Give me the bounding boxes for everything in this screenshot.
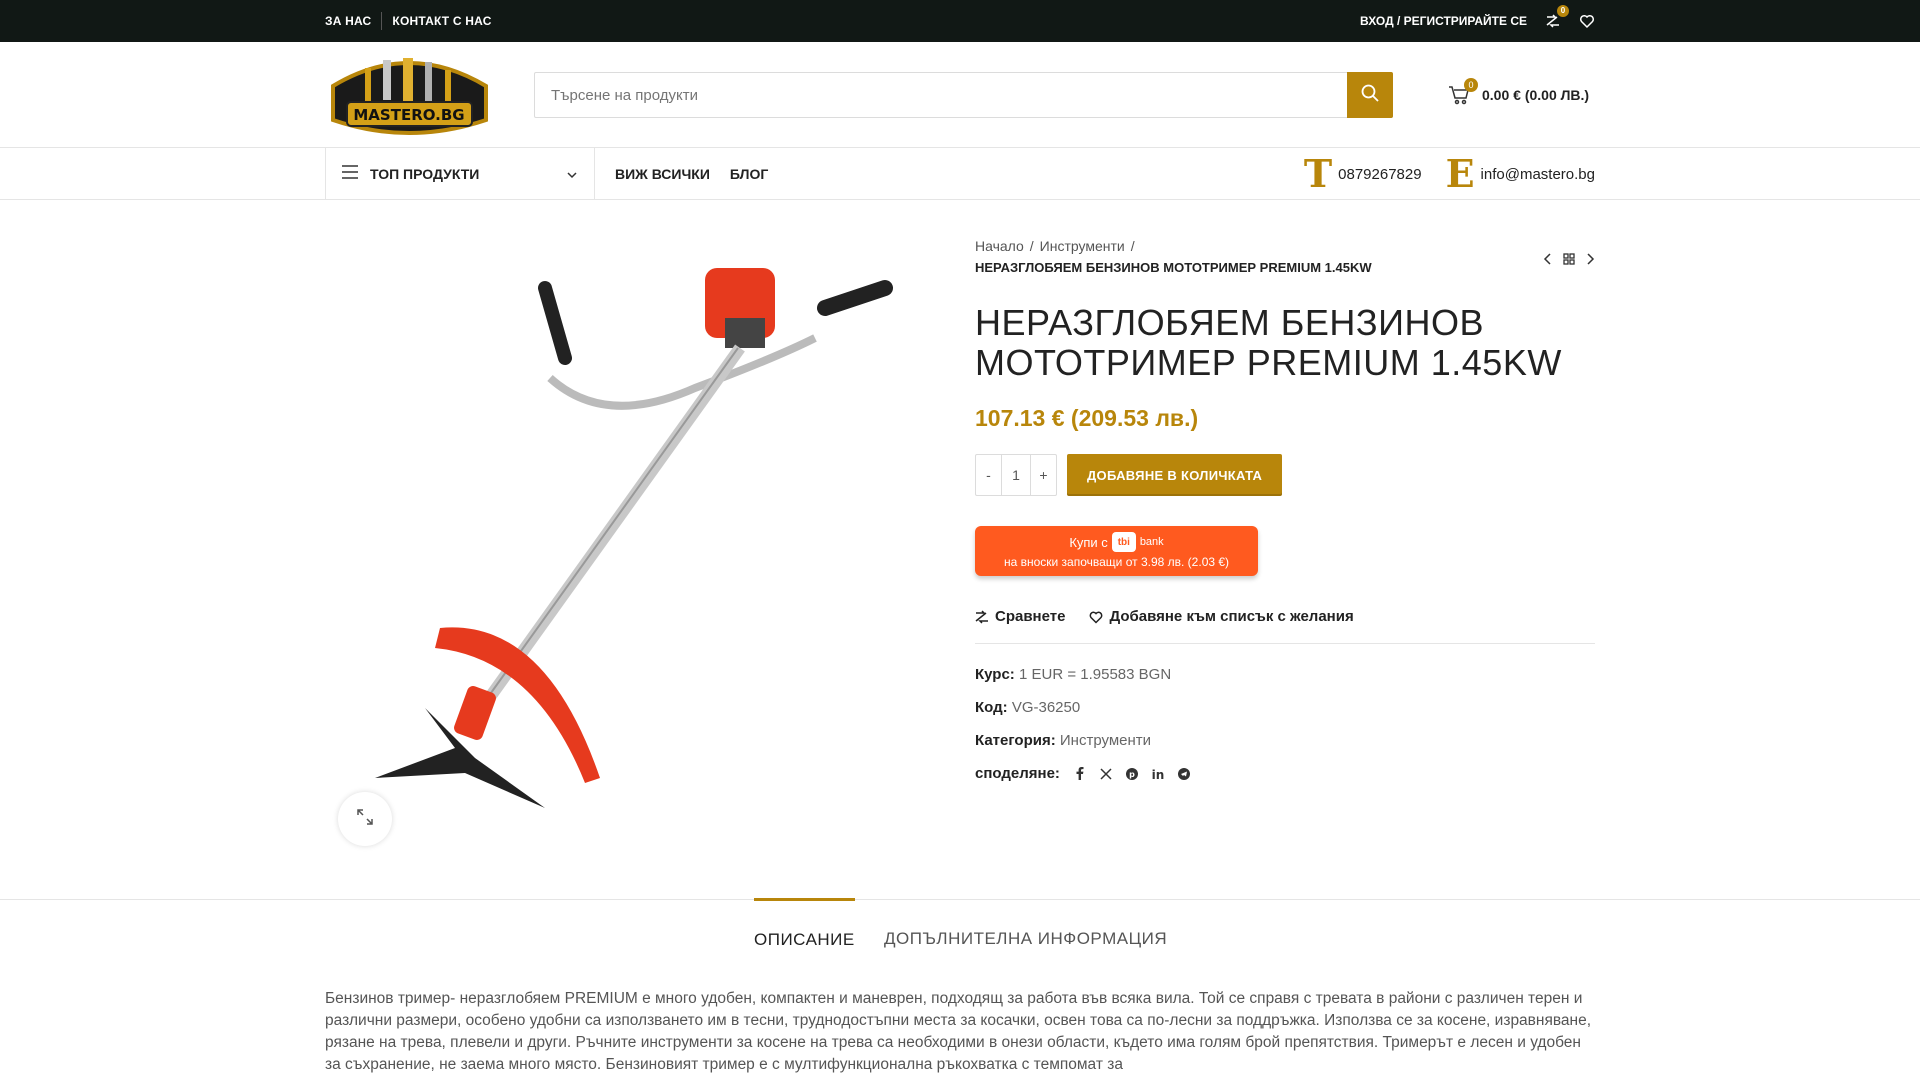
x-icon[interactable]: [1100, 767, 1112, 780]
search-input[interactable]: [535, 73, 1347, 117]
tab-description[interactable]: ОПИСАНИЕ: [754, 898, 855, 958]
category-link[interactable]: Инструменти: [1060, 732, 1151, 749]
compare-label: Сравнете: [995, 608, 1066, 625]
search-icon: [1361, 84, 1379, 107]
search-bar: [534, 72, 1393, 118]
facebook-icon[interactable]: [1074, 767, 1086, 780]
share-row: споделяне: p in: [975, 765, 1595, 782]
product-actions: Сравнете Добавяне към списък с желания: [975, 608, 1595, 644]
tbi-bank-label: bank: [1139, 536, 1164, 548]
prev-product-icon[interactable]: [1543, 252, 1553, 270]
svg-text:in: in: [1152, 768, 1164, 780]
email-address[interactable]: info@mastero.bg: [1481, 166, 1595, 183]
header: MASTERO.BG 0 0.00 € (0.00 ЛВ.): [0, 42, 1920, 148]
meta-category: Категория: Инструменти: [975, 732, 1152, 749]
quantity-stepper: - 1 +: [975, 454, 1057, 496]
linkedin-icon[interactable]: in: [1152, 768, 1164, 780]
compare-icon[interactable]: 0: [1545, 5, 1569, 29]
heart-icon: [1090, 611, 1103, 624]
wishlist-label: Добавяне към списък с желания: [1109, 608, 1354, 625]
meta-rate: Курс: 1 EUR = 1.95583 BGN: [975, 666, 1172, 683]
svg-text:MASTERO.BG: MASTERO.BG: [353, 106, 464, 124]
product-title: НЕРАЗГЛОБЯЕМ БЕНЗИНОВ МОТОТРИМЕР PREMIUM…: [975, 302, 1562, 383]
zoom-button[interactable]: [338, 792, 392, 846]
phone-number[interactable]: 0879267829: [1338, 166, 1421, 183]
menu-icon: [342, 164, 358, 184]
login-link[interactable]: ВХОД / РЕГИСТРИРАЙТЕ СЕ: [1360, 14, 1527, 28]
search-button[interactable]: [1347, 72, 1393, 118]
compare-icon: [975, 609, 988, 624]
next-product-icon[interactable]: [1585, 252, 1595, 270]
product-summary: Начало / Инструменти / НЕРАЗГЛОБЯЕМ БЕНЗИНО…: [975, 238, 1595, 782]
breadcrumb-home[interactable]: Начало: [975, 238, 1024, 254]
qty-minus-button[interactable]: -: [976, 455, 1001, 495]
chevron-down-icon: [566, 168, 578, 186]
about-link[interactable]: ЗА НАС: [325, 14, 381, 28]
phone-letter: T: [1303, 151, 1333, 196]
nav-blog[interactable]: БЛОГ: [730, 166, 768, 182]
pinterest-icon[interactable]: p: [1125, 767, 1138, 780]
tab-additional-info[interactable]: ДОПЪЛНИТЕЛНА ИНФОРМАЦИЯ: [884, 900, 1167, 960]
add-to-cart-button[interactable]: ДОБАВЯНЕ В КОЛИЧКАТА: [1067, 454, 1283, 496]
breadcrumb-category[interactable]: Инструменти: [1040, 238, 1125, 254]
categories-dropdown[interactable]: ТОП ПРОДУКТИ: [325, 148, 595, 200]
contact-link[interactable]: КОНТАКТ С НАС: [382, 14, 501, 28]
meta-sku: Код: VG-36250: [975, 699, 1081, 716]
cart-icon: 0: [1448, 78, 1478, 106]
product-navigation: [1533, 252, 1595, 270]
product-tabs: ОПИСАНИЕ ДОПЪЛНИТЕЛНА ИНФОРМАЦИЯ: [0, 898, 1920, 960]
compare-button[interactable]: Сравнете: [975, 608, 1065, 625]
site-logo[interactable]: MASTERO.BG: [325, 46, 494, 142]
breadcrumb-current: НЕРАЗГЛОБЯЕМ БЕНЗИНОВ МОТОТРИМЕР PREMIUM…: [975, 260, 1372, 275]
compare-count-badge: 0: [1557, 5, 1569, 17]
qty-input[interactable]: 1: [1001, 455, 1031, 495]
wishlist-icon[interactable]: [1579, 13, 1595, 29]
tbi-logo: tbi: [1111, 532, 1136, 552]
svg-text:p: p: [1129, 770, 1135, 779]
breadcrumb: Начало / Инструменти /: [975, 238, 1135, 254]
product-description: Бензинов тример- неразглобяем PREMIUM е …: [325, 990, 1592, 1073]
tbi-installment-text: на вноски започващи от 3.98 лв. (2.03 €): [1003, 555, 1230, 569]
tbi-installments-button[interactable]: Купи с tbi bank на вноски започващи от 3…: [975, 526, 1258, 576]
mini-cart[interactable]: 0 0.00 € (0.00 ЛВ.): [1448, 78, 1590, 108]
main-nav: ТОП ПРОДУКТИ ВИЖ ВСИЧКИ БЛОГ T 087926782…: [0, 148, 1920, 200]
wishlist-button[interactable]: Добавяне към списък с желания: [1089, 608, 1354, 625]
nav-view-all[interactable]: ВИЖ ВСИЧКИ: [615, 166, 710, 182]
expand-icon: [357, 808, 373, 830]
product-image[interactable]: [345, 248, 925, 828]
telegram-icon[interactable]: [1177, 767, 1190, 780]
share-label: споделяне:: [975, 765, 1060, 782]
product-meta: Курс: 1 EUR = 1.95583 BGN Код: VG-36250 …: [975, 666, 1595, 782]
email-letter: E: [1445, 151, 1475, 196]
tbi-label: Купи с: [1069, 534, 1108, 550]
contact-info: T 0879267829 E info@mastero.bg: [1304, 148, 1595, 200]
categories-label: ТОП ПРОДУКТИ: [370, 166, 480, 182]
rate-value: 1 EUR = 1.95583 BGN: [1018, 666, 1172, 683]
product-price: 107.13 € (209.53 лв.): [975, 405, 1199, 431]
top-bar: ЗА НАС КОНТАКТ С НАС ВХОД / РЕГИСТРИРАЙТ…: [0, 0, 1920, 42]
top-links: ЗА НАС КОНТАКТ С НАС: [325, 0, 502, 42]
grid-icon[interactable]: [1563, 252, 1575, 270]
sku-value: VG-36250: [1011, 699, 1081, 716]
qty-plus-button[interactable]: +: [1031, 455, 1056, 495]
cart-total: 0.00 € (0.00 ЛВ.): [1482, 87, 1590, 103]
cart-count-badge: 0: [1464, 78, 1478, 92]
